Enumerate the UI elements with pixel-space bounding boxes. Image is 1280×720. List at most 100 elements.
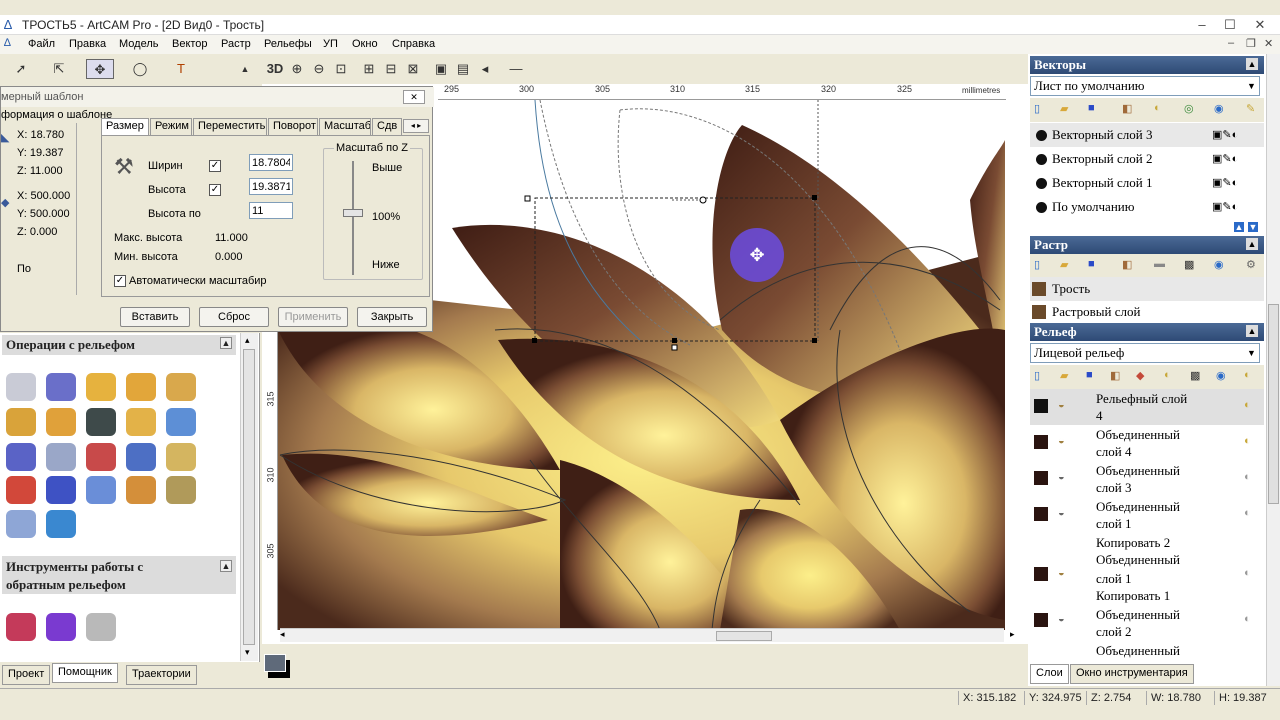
copy-icon[interactable]: ◧ bbox=[1122, 102, 1132, 115]
relief-row[interactable]: Объединенный bbox=[1030, 641, 1264, 662]
width-checkbox[interactable]: ✓ bbox=[209, 160, 221, 172]
menu-model[interactable]: Модель bbox=[119, 38, 158, 50]
vector-layer-row[interactable]: По умолчанию ▣✎◐ bbox=[1030, 195, 1264, 219]
tab-project[interactable]: Проект bbox=[2, 665, 51, 685]
right-scrollbar[interactable] bbox=[1266, 54, 1280, 686]
copy-icon[interactable]: ◧ bbox=[1110, 369, 1120, 382]
scale-z-thumb[interactable] bbox=[343, 209, 363, 217]
vector-sheet-select[interactable]: Лист по умолчанию ▼ bbox=[1030, 76, 1260, 96]
raster-row[interactable]: Растровый слой bbox=[1030, 300, 1264, 324]
select-arrow-icon[interactable]: ➚ bbox=[10, 59, 32, 79]
save-icon[interactable]: ■ bbox=[1088, 258, 1095, 270]
relief-row[interactable]: ◒ Объединенный слой 4 ◐ bbox=[1030, 425, 1264, 461]
height-input[interactable] bbox=[249, 178, 293, 195]
weave-icon[interactable] bbox=[46, 408, 76, 436]
menu-toolpaths[interactable]: УП bbox=[323, 38, 338, 50]
tab-shift[interactable]: Сдв bbox=[372, 118, 402, 136]
primary-color[interactable] bbox=[264, 654, 286, 672]
delete-icon[interactable]: ◉ bbox=[1214, 258, 1224, 271]
fill-icon[interactable]: ▬ bbox=[1154, 258, 1165, 270]
width-input[interactable] bbox=[249, 154, 293, 171]
h-scroll-thumb[interactable] bbox=[716, 631, 772, 641]
bulb-icon[interactable]: ◐ bbox=[1244, 567, 1251, 579]
menu-file[interactable]: Файл bbox=[28, 38, 55, 50]
new-layer-icon[interactable]: ▯ bbox=[1034, 369, 1040, 382]
menu-help[interactable]: Справка bbox=[392, 38, 435, 50]
eye-icon[interactable]: ◒ bbox=[1058, 567, 1065, 579]
sphere-icon[interactable] bbox=[6, 510, 36, 538]
relief-row[interactable]: ◒ Объединенный слой 1 ◐ bbox=[1030, 497, 1264, 533]
eye-icon[interactable]: ◒ bbox=[1058, 435, 1065, 447]
star-icon[interactable] bbox=[6, 443, 36, 471]
left-scroll-thumb[interactable] bbox=[243, 349, 255, 645]
tab-toolpaths[interactable]: Траектории bbox=[126, 665, 197, 685]
reverse-copy-icon[interactable] bbox=[86, 613, 116, 641]
auto-scale-checkbox[interactable]: ✓ bbox=[114, 275, 126, 287]
eye-icon[interactable]: ◒ bbox=[1058, 399, 1065, 411]
delete-icon[interactable]: ◉ bbox=[1216, 369, 1226, 382]
layer-controls-icon[interactable]: ▣✎◐ bbox=[1212, 147, 1238, 171]
mirror-icon[interactable] bbox=[166, 476, 196, 504]
collapse-icon[interactable]: ▲ bbox=[220, 337, 232, 349]
save-icon[interactable]: ■ bbox=[1086, 369, 1093, 381]
tab-size[interactable]: Размер bbox=[101, 118, 149, 136]
menu-raster[interactable]: Растр bbox=[221, 38, 251, 50]
relief-select[interactable]: Лицевой рельеф ▼ bbox=[1030, 343, 1260, 363]
tab-layers[interactable]: Слои bbox=[1030, 664, 1069, 684]
relief-row[interactable]: ◒ Рельефный слой 4 ◐ bbox=[1030, 389, 1264, 425]
transform-icon[interactable]: ✥ bbox=[86, 59, 114, 79]
zoom-prev-icon[interactable]: ⊟ bbox=[382, 59, 400, 79]
eye-icon[interactable]: ◒ bbox=[1058, 613, 1065, 625]
zoom-box-icon[interactable]: ⊡ bbox=[332, 59, 350, 79]
ellipse-icon[interactable]: ◯ bbox=[126, 59, 154, 79]
insert-button[interactable]: Вставить bbox=[120, 307, 190, 327]
tab-scroll-icon[interactable]: ◂ ▸ bbox=[403, 119, 429, 133]
swept-icon[interactable] bbox=[46, 373, 76, 401]
smooth-icon[interactable] bbox=[126, 408, 156, 436]
sculpt-icon[interactable] bbox=[86, 408, 116, 436]
reverse-combine-icon[interactable] bbox=[46, 613, 76, 641]
image-icon[interactable]: ▩ bbox=[1184, 258, 1194, 271]
bulb-icon[interactable]: ◐ bbox=[1244, 435, 1251, 447]
dialog-close-icon[interactable]: ✕ bbox=[403, 90, 425, 104]
tab-rotate[interactable]: Поворот bbox=[268, 118, 318, 136]
text-tool-icon[interactable]: T bbox=[168, 59, 194, 79]
delete-icon[interactable]: ◉ bbox=[1214, 102, 1224, 115]
zoom-fit-icon[interactable]: ⊞ bbox=[360, 59, 378, 79]
apply-button[interactable]: Применить bbox=[278, 307, 348, 327]
left-scrollbar[interactable]: ▴ ▾ bbox=[240, 333, 258, 661]
collapse-icon[interactable]: ▲ bbox=[1246, 58, 1258, 70]
mdi-restore-icon[interactable]: ❐ bbox=[1246, 37, 1256, 50]
settings-icon[interactable]: ⚙ bbox=[1246, 258, 1256, 271]
plane-icon[interactable] bbox=[86, 476, 116, 504]
layer-toggle-icon[interactable]: ▣ bbox=[432, 59, 450, 79]
shape-icon[interactable] bbox=[6, 408, 36, 436]
tab-toolbox[interactable]: Окно инструментария bbox=[1070, 664, 1194, 684]
mdi-close-icon[interactable]: ✕ bbox=[1264, 37, 1273, 50]
scroll-up-icon[interactable]: ▴ bbox=[245, 335, 250, 346]
collapse-icon[interactable]: ▲ bbox=[220, 560, 232, 572]
bitmap-icon[interactable] bbox=[126, 443, 156, 471]
layer-controls-icon[interactable]: ▣✎◐ bbox=[1212, 171, 1238, 195]
minimize-icon[interactable]: – bbox=[1190, 17, 1214, 33]
offset-icon[interactable] bbox=[166, 443, 196, 471]
new-layer-icon[interactable]: ▯ bbox=[1034, 102, 1040, 115]
layer-toggle2-icon[interactable]: ▤ bbox=[454, 59, 472, 79]
two-rail-icon[interactable] bbox=[166, 373, 196, 401]
visibility-icon[interactable]: ✎ bbox=[1246, 102, 1255, 115]
height-checkbox[interactable]: ✓ bbox=[209, 184, 221, 196]
angle-icon[interactable] bbox=[166, 408, 196, 436]
close-icon[interactable]: ✕ bbox=[1248, 17, 1272, 33]
bulb-icon[interactable]: ◐ bbox=[1154, 102, 1161, 114]
menu-vector[interactable]: Вектор bbox=[172, 38, 208, 50]
bulb-icon[interactable]: ◐ bbox=[1244, 471, 1251, 483]
eye-icon[interactable]: ◒ bbox=[1058, 507, 1065, 519]
scroll-down-icon[interactable]: ▾ bbox=[245, 647, 250, 658]
tab-move[interactable]: Переместить bbox=[193, 118, 267, 136]
relief-row[interactable]: ◒ слой 1 Копировать 1 ◐ bbox=[1030, 567, 1264, 605]
layer-controls-icon[interactable]: ▣✎◐ bbox=[1212, 123, 1238, 147]
close-button[interactable]: Закрыть bbox=[357, 307, 427, 327]
height-po-input[interactable] bbox=[249, 202, 293, 219]
view-3d-button[interactable]: 3D bbox=[264, 59, 286, 79]
zoom-out-icon[interactable]: ⊖ bbox=[310, 59, 328, 79]
